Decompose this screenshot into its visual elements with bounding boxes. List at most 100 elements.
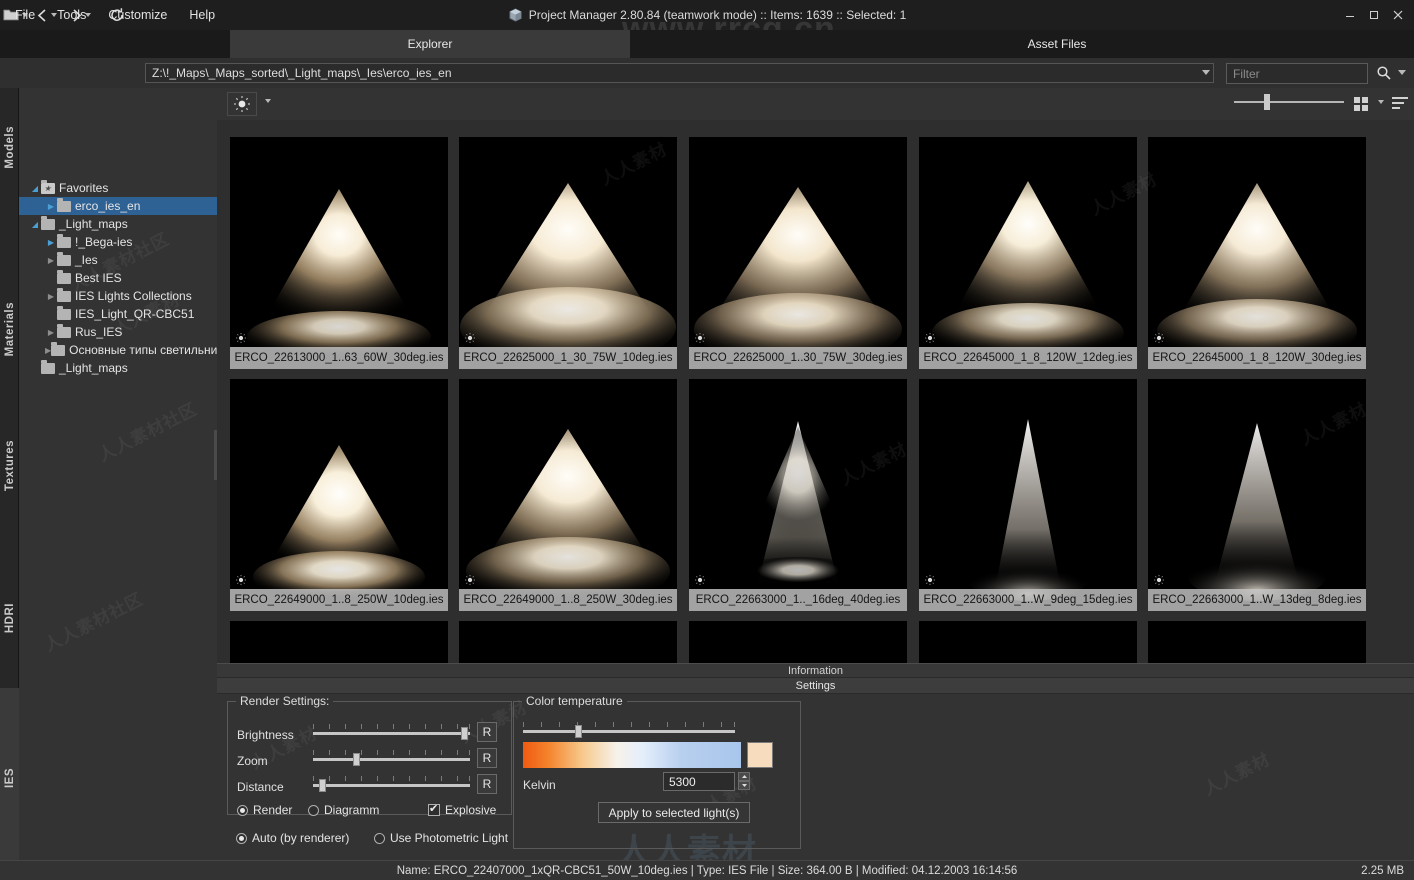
radio-auto-by-renderer[interactable]: Auto (by renderer) [236,831,349,845]
grid-view-icon[interactable] [1348,92,1374,116]
tree-item-erco-ies-en[interactable]: ▶ erco_ies_en [19,197,217,215]
maximize-button[interactable] [1362,3,1386,27]
search-icon[interactable] [1372,62,1396,84]
menu-item-help[interactable]: Help [178,4,226,26]
thumbnail-item-partial[interactable] [459,621,677,663]
filter-input[interactable]: Filter [1226,63,1368,84]
expander-open-icon[interactable]: ◢ [29,220,41,229]
thumbnail-item[interactable]: ERCO_22663000_1..W_13deg_8deg.ies [1148,379,1366,611]
checkbox-explosive[interactable]: Explosive [428,802,496,817]
slider-knob[interactable] [353,753,360,766]
thumbnail-item-partial[interactable] [1148,621,1366,663]
sort-icon[interactable] [1387,92,1413,116]
tab-information[interactable]: Information [217,663,1414,678]
slider-knob[interactable] [319,779,326,792]
tree-item-ies[interactable]: ▶ _Ies [19,251,217,269]
sidebar-item-ies[interactable]: IES [0,688,19,868]
color-temperature-gradient[interactable] [523,742,741,768]
tree-item-osnovnye-tipy[interactable]: ▶ Основные типы светильни [19,341,217,359]
radio-use-photometric-light[interactable]: Use Photometric Light [374,831,508,845]
close-button[interactable] [1386,3,1410,27]
slider-knob[interactable] [1264,94,1270,110]
filter-placeholder: Filter [1233,66,1260,81]
radio-dot [374,832,385,844]
thumbnail-item-partial[interactable] [919,621,1137,663]
kelvin-spinner-up[interactable] [738,772,750,781]
expander-closed-icon[interactable]: ▶ [45,256,57,265]
tree-item-favorites[interactable]: ◢ ★ Favorites [19,179,217,197]
grid-glyph [1354,97,1368,111]
radio-dot [236,832,247,844]
tab-asset-files[interactable]: Asset Files [700,30,1414,58]
apply-to-selected-lights-button[interactable]: Apply to selected light(s) [598,802,750,823]
tab-explorer[interactable]: Explorer [230,30,630,58]
thumbnail-item-partial[interactable] [689,621,907,663]
slider-knob[interactable] [461,727,468,740]
sidebar-item-hdri[interactable]: HDRI [0,588,19,648]
grid-view-chevron-down-icon[interactable] [1378,100,1384,104]
expander-closed-icon[interactable]: ▶ [45,238,57,247]
tree-item-rus-ies[interactable]: ▶ Rus_IES [19,323,217,341]
slider-knob[interactable] [575,725,582,738]
tree-item-light-maps-2[interactable]: _Light_maps [19,359,217,377]
tree-item-best-ies[interactable]: Best IES [19,269,217,287]
sort-glyph [1392,96,1408,112]
menu-item-file[interactable]: File [4,4,46,26]
menu-item-customize[interactable]: Customize [97,4,178,26]
lightbulb-icon[interactable] [227,92,257,116]
side-tab-label: IES [3,767,16,789]
window-controls [1338,0,1410,30]
sidebar-item-textures[interactable]: Textures [0,426,19,506]
thumbnail-item[interactable]: ERCO_22663000_1.._16deg_40deg.ies [689,379,907,611]
brightness-reset-button[interactable]: R [477,722,497,742]
minimize-button[interactable] [1338,3,1362,27]
lightbulb-chevron-down-icon[interactable] [265,99,271,103]
thumbnail-label: ERCO_22663000_1..W_13deg_8deg.ies [1148,589,1366,611]
thumbnail-item[interactable]: ERCO_22645000_1_8_120W_12deg.ies [919,137,1137,369]
radio-render[interactable]: Render [237,803,292,817]
menu-item-tools[interactable]: Tools [46,4,97,26]
thumbnail-item[interactable]: ERCO_22625000_1..30_75W_30deg.ies [689,137,907,369]
distance-reset-button[interactable]: R [477,774,497,794]
zoom-reset-button[interactable]: R [477,748,497,768]
expander-closed-icon[interactable]: ▶ [45,328,57,337]
thumbnail-item[interactable]: ERCO_22649000_1..8_250W_10deg.ies [230,379,448,611]
radio-label: Diagramm [324,803,380,817]
thumbnail-label: ERCO_22645000_1_8_120W_30deg.ies [1148,347,1366,369]
radio-diagramm[interactable]: Diagramm [308,803,379,817]
slider-track [1234,101,1344,103]
folder-icon [57,305,71,320]
address-bar[interactable]: Z:\!_Maps\_Maps_sorted\_Light_maps\_Ies\… [145,63,1214,83]
sidebar-item-materials[interactable]: Materials [0,284,19,374]
thumbnail-item[interactable]: ERCO_22645000_1_8_120W_30deg.ies [1148,137,1366,369]
tree-item-bega-ies[interactable]: ▶ !_Bega-ies [19,233,217,251]
expander-open-icon[interactable]: ◢ [29,184,41,193]
tree-item-label: Rus_IES [75,325,123,339]
thumbnail-item[interactable]: ERCO_22649000_1..8_250W_30deg.ies [459,379,677,611]
thumbnail-label: ERCO_22625000_1..30_75W_30deg.ies [689,347,907,369]
kelvin-spinner-down[interactable] [738,781,750,790]
watermark-diag: 人人素材社区 [41,589,147,656]
color-temperature-slider[interactable] [523,722,735,738]
sidebar-item-models[interactable]: Models [0,110,19,184]
search-chevron-down-icon[interactable] [1398,70,1406,75]
tree-item-ies-light-qr-cbc51[interactable]: IES_Light_QR-CBC51 [19,305,217,323]
thumbnail-grid[interactable]: ERCO_22613000_1..63_60W_30deg.ies ERCO_2… [217,120,1414,663]
thumbnail-item[interactable]: ERCO_22625000_1_30_75W_10deg.ies [459,137,677,369]
address-chevron-down-icon[interactable] [1202,70,1210,75]
thumbnail-item[interactable]: ERCO_22663000_1..W_9deg_15deg.ies [919,379,1137,611]
expander-closed-icon[interactable]: ▶ [45,202,57,211]
tree-item-ies-lights-collections[interactable]: ▶ IES Lights Collections [19,287,217,305]
thumbnail-zoom-slider[interactable] [1234,94,1344,110]
tree-item-light-maps[interactable]: ◢ _Light_maps [19,215,217,233]
brightness-slider[interactable] [313,724,470,740]
kelvin-input[interactable]: 5300 [663,772,735,791]
distance-slider[interactable] [313,776,470,792]
expander-closed-icon[interactable]: ▶ [45,292,57,301]
zoom-slider[interactable] [313,750,470,766]
thumbnail-item-partial[interactable] [230,621,448,663]
thumbnail-item[interactable]: ERCO_22613000_1..63_60W_30deg.ies [230,137,448,369]
reset-label: R [482,751,492,765]
tab-settings[interactable]: Settings [217,678,1414,694]
color-swatch[interactable] [747,742,773,768]
